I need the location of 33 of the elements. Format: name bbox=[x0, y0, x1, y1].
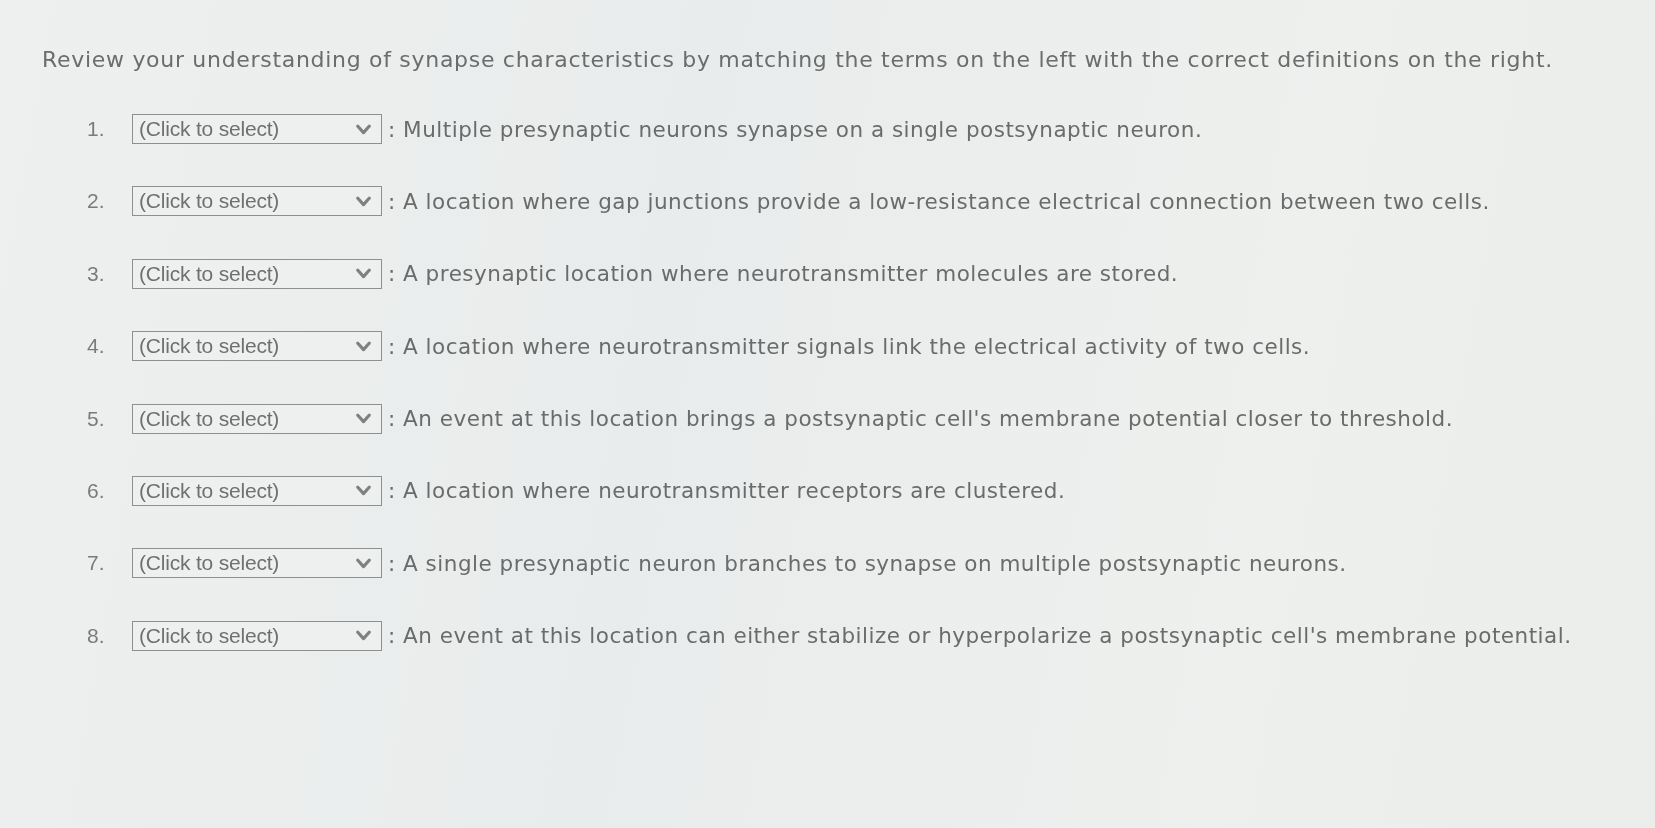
item-number: 2. bbox=[87, 189, 106, 214]
definition-text: : A location where neurotransmitter signals link the electrical activity of two cells. bbox=[388, 333, 1311, 359]
term-dropdown[interactable]: (Click to select) bbox=[132, 186, 382, 217]
term-dropdown[interactable]: (Click to select) bbox=[132, 403, 382, 434]
chevron-down-icon bbox=[356, 413, 371, 425]
chevron-down-icon bbox=[356, 557, 371, 569]
chevron-down-icon bbox=[356, 268, 371, 280]
definition-text: : A location where gap junctions provide a low-resistance electrical connection between two cells. bbox=[388, 188, 1490, 214]
instruction-text: Review your understanding of synapse characteristics by matching the terms on the left with the correct definitions on the right. bbox=[42, 46, 1554, 74]
item-number: 4. bbox=[87, 334, 106, 359]
item-number: 7. bbox=[87, 551, 106, 576]
definition-text: : Multiple presynaptic neurons synapse on a single postsynaptic neuron. bbox=[388, 116, 1203, 142]
item-number: 1. bbox=[87, 117, 106, 141]
chevron-down-icon bbox=[356, 123, 371, 135]
chevron-down-icon bbox=[356, 195, 371, 207]
definition-text: : A presynaptic location where neurotransmitter molecules are stored. bbox=[388, 261, 1179, 287]
definition-text: : A single presynaptic neuron branches to synapse on multiple postsynaptic neurons. bbox=[388, 550, 1347, 576]
term-dropdown[interactable]: (Click to select) bbox=[132, 620, 382, 651]
term-dropdown[interactable]: (Click to select) bbox=[132, 258, 382, 289]
definition-text: : A location where neurotransmitter receptors are clustered. bbox=[388, 478, 1066, 504]
item-number: 3. bbox=[87, 261, 106, 286]
definition-text: : An event at this location brings a postsynaptic cell's membrane potential closer to threshold. bbox=[388, 406, 1454, 432]
term-dropdown[interactable]: (Click to select) bbox=[132, 114, 382, 144]
definition-text: : An event at this location can either stabilize or hyperpolarize a postsynaptic cell's membrane potential. bbox=[388, 623, 1572, 649]
item-number: 5. bbox=[87, 406, 106, 431]
chevron-down-icon bbox=[356, 340, 371, 352]
term-dropdown[interactable]: (Click to select) bbox=[132, 331, 382, 362]
term-dropdown[interactable]: (Click to select) bbox=[132, 548, 382, 579]
chevron-down-icon bbox=[356, 630, 371, 642]
term-dropdown[interactable]: (Click to select) bbox=[132, 475, 382, 506]
chevron-down-icon bbox=[356, 485, 371, 497]
item-number: 8. bbox=[87, 623, 106, 648]
item-number: 6. bbox=[87, 478, 106, 503]
